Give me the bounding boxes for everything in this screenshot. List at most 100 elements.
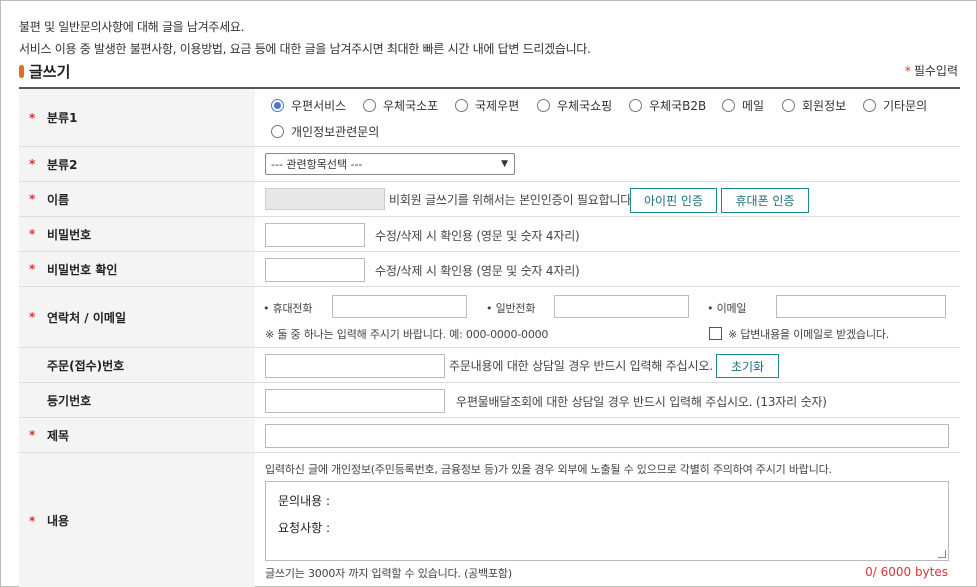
- radio-unchecked-icon: [863, 99, 876, 112]
- required-note: * 필수입력: [905, 62, 958, 79]
- chevron-down-icon: ▼: [501, 159, 508, 169]
- category2-content: --- 관련항목선택 --- ▼: [255, 147, 960, 181]
- radio-category1-0[interactable]: 우편서비스: [271, 97, 346, 114]
- subject-label: 제목: [47, 428, 70, 443]
- inquiry-form: * 분류1 우편서비스 우체국소포 국제우편 우체국쇼핑 우체국B2B 메일 회원…: [19, 87, 960, 587]
- intro-line-2: 서비스 이용 중 발생한 불편사항, 이용방법, 요금 등에 대한 글을 남겨주…: [19, 42, 591, 56]
- row-password-confirm: * 비밀번호 확인 수정/삭제 시 확인용 (영문 및 숫자 4자리): [19, 252, 960, 287]
- radio-category1-1[interactable]: 우체국소포: [363, 97, 438, 114]
- password-hint: 수정/삭제 시 확인용 (영문 및 숫자 4자리): [375, 229, 580, 243]
- name-label-cell: * 이름: [19, 182, 255, 216]
- row-category2: * 분류2 --- 관련항목선택 --- ▼: [19, 147, 960, 182]
- password-label-cell: * 비밀번호: [19, 217, 255, 251]
- radio-label: 메일: [742, 99, 765, 113]
- required-star-icon: *: [29, 262, 36, 276]
- radio-category1-8[interactable]: 개인정보관련문의: [271, 123, 379, 140]
- password-confirm-hint: 수정/삭제 시 확인용 (영문 및 숫자 4자리): [375, 264, 580, 278]
- radio-unchecked-icon: [782, 99, 795, 112]
- intro-line-1: 불편 및 일반문의사항에 대해 글을 남겨주세요.: [19, 20, 245, 34]
- category2-label-cell: * 분류2: [19, 147, 255, 181]
- subject-input[interactable]: [265, 424, 949, 448]
- order-no-content: 주문내용에 대한 상담일 경우 반드시 입력해 주십시오. 초기화: [255, 348, 960, 382]
- mobile-input[interactable]: [332, 295, 467, 318]
- radio-label: 회원정보: [802, 99, 847, 113]
- radio-checked-icon: [271, 99, 284, 112]
- required-star-icon: *: [29, 157, 36, 171]
- body-limit-note: 글쓰기는 3000자 까지 입력할 수 있습니다. (공백포함): [265, 567, 512, 580]
- reset-button[interactable]: 초기화: [716, 354, 779, 378]
- heading-marker-icon: [19, 64, 24, 78]
- required-star-icon: *: [29, 310, 36, 324]
- body-line-2: 요청사항 :: [278, 521, 331, 535]
- registered-no-label-cell: 등기번호: [19, 383, 255, 417]
- required-star-icon: *: [29, 513, 36, 528]
- contact-label: 연락처 / 이메일: [47, 310, 126, 325]
- privacy-warning: 입력하신 글에 개인정보(주민등록번호, 금융정보 등)가 있을 경우 외부에 …: [265, 463, 832, 476]
- category2-select[interactable]: --- 관련항목선택 --- ▼: [265, 153, 515, 175]
- radio-label: 국제우편: [475, 99, 520, 113]
- password-confirm-content: 수정/삭제 시 확인용 (영문 및 숫자 4자리): [255, 252, 960, 286]
- radio-unchecked-icon: [722, 99, 735, 112]
- email-reply-checkbox[interactable]: [709, 327, 722, 340]
- required-star-icon: *: [29, 192, 36, 206]
- row-subject: * 제목: [19, 418, 960, 453]
- resize-handle-icon[interactable]: [938, 550, 946, 558]
- radio-category1-4[interactable]: 우체국B2B: [629, 97, 706, 114]
- mobile-label: • 휴대전화: [263, 302, 313, 315]
- password-confirm-label-cell: * 비밀번호 확인: [19, 252, 255, 286]
- radio-label: 기타문의: [883, 99, 928, 113]
- row-order-no: 주문(접수)번호 주문내용에 대한 상담일 경우 반드시 입력해 주십시오. 초…: [19, 348, 960, 383]
- radio-unchecked-icon: [271, 125, 284, 138]
- order-no-label: 주문(접수)번호: [47, 358, 125, 373]
- contact-content: • 휴대전화 • 일반전화 • 이메일 ※ 둘 중 하나는 입력해 주시기 바랍…: [255, 287, 960, 347]
- name-content: 비회원 글쓰기를 위해서는 본인인증이 필요합니다. 아이핀 인증 휴대폰 인증: [255, 182, 960, 216]
- radio-category1-7[interactable]: 기타문의: [863, 97, 927, 114]
- byte-counter: 0/ 6000 bytes: [865, 565, 948, 579]
- password-input[interactable]: [265, 223, 365, 247]
- radio-category1-5[interactable]: 메일: [722, 97, 764, 114]
- contact-note: ※ 둘 중 하나는 입력해 주시기 바랍니다. 예: 000-0000-0000: [265, 328, 549, 341]
- name-input[interactable]: [265, 188, 385, 210]
- radio-label: 우편서비스: [291, 99, 347, 113]
- phone-auth-button[interactable]: 휴대폰 인증: [721, 188, 809, 213]
- radio-unchecked-icon: [455, 99, 468, 112]
- registered-no-input[interactable]: [265, 389, 445, 413]
- body-label: 내용: [47, 514, 70, 528]
- category2-select-value: --- 관련항목선택 ---: [271, 158, 363, 171]
- name-label: 이름: [47, 192, 70, 207]
- radio-category1-3[interactable]: 우체국쇼핑: [537, 97, 612, 114]
- phone-input[interactable]: [554, 295, 689, 318]
- password-confirm-label: 비밀번호 확인: [47, 262, 118, 277]
- body-line-1: 문의내용 :: [278, 494, 331, 508]
- subject-label-cell: * 제목: [19, 418, 255, 452]
- email-reply-label: ※ 답변내용을 이메일로 받겠습니다.: [728, 328, 890, 341]
- radio-label: 우체국쇼핑: [557, 99, 613, 113]
- page-title: 글쓰기: [29, 62, 71, 81]
- row-body: * 내용 입력하신 글에 개인정보(주민등록번호, 금융정보 등)가 있을 경우 …: [19, 453, 960, 587]
- subject-content: [255, 418, 960, 452]
- required-star-icon: *: [29, 428, 36, 442]
- category1-options: 우편서비스 우체국소포 국제우편 우체국쇼핑 우체국B2B 메일 회원정보 기타…: [255, 89, 960, 146]
- contact-label-cell: * 연락처 / 이메일: [19, 287, 255, 347]
- category1-label-cell: * 분류1: [19, 89, 255, 146]
- row-password: * 비밀번호 수정/삭제 시 확인용 (영문 및 숫자 4자리): [19, 217, 960, 252]
- radio-label: 우체국B2B: [649, 99, 707, 113]
- radio-category1-6[interactable]: 회원정보: [782, 97, 846, 114]
- order-no-label-cell: 주문(접수)번호: [19, 348, 255, 382]
- section-heading: 글쓰기: [19, 61, 70, 81]
- ipin-auth-button[interactable]: 아이핀 인증: [630, 188, 717, 213]
- category2-label: 분류2: [47, 157, 78, 172]
- radio-category1-2[interactable]: 국제우편: [455, 97, 519, 114]
- body-textarea[interactable]: 문의내용 : 요청사항 :: [265, 481, 949, 561]
- order-no-input[interactable]: [265, 354, 445, 378]
- registered-no-content: 우편물배달조회에 대한 상담일 경우 반드시 입력해 주십시오. (13자리 숫…: [255, 383, 960, 417]
- category1-label: 분류1: [47, 111, 78, 125]
- phone-label: • 일반전화: [486, 302, 536, 315]
- email-input[interactable]: [776, 295, 946, 318]
- radio-unchecked-icon: [363, 99, 376, 112]
- password-content: 수정/삭제 시 확인용 (영문 및 숫자 4자리): [255, 217, 960, 251]
- body-label-cell: * 내용: [19, 453, 255, 587]
- password-confirm-input[interactable]: [265, 258, 365, 282]
- radio-label: 우체국소포: [383, 99, 439, 113]
- radio-unchecked-icon: [537, 99, 550, 112]
